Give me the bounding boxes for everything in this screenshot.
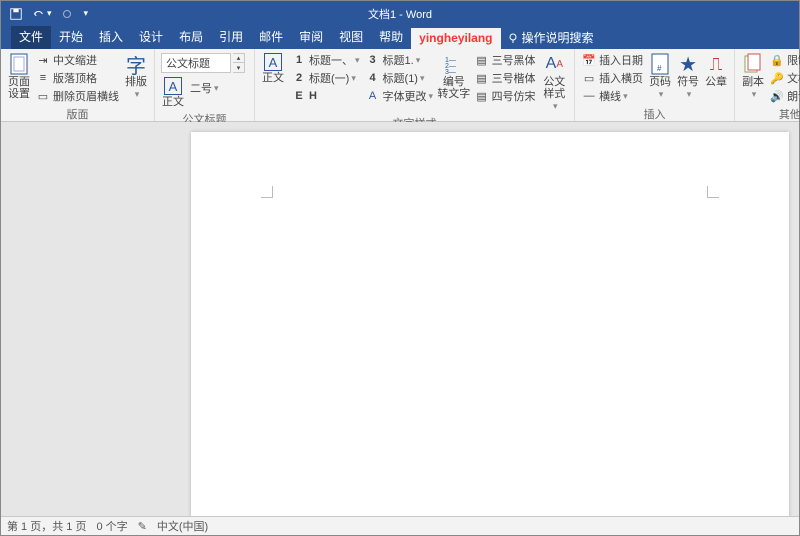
- ribbon: 页面 设置 ⇥中文缩进 ≡版落顶格 ▭删除页眉横线 字 排版▾ 版面 公文标题 …: [1, 49, 799, 122]
- sanhao-hei-button[interactable]: ▤三号黑体: [472, 51, 539, 69]
- page-number-icon: #: [649, 53, 671, 75]
- status-page[interactable]: 第 1 页，共 1 页: [7, 518, 86, 534]
- title4-button[interactable]: 4标题(1)▾: [363, 69, 437, 87]
- speaker-icon: 🔊: [770, 89, 784, 103]
- paiban-icon: 字: [125, 53, 147, 75]
- status-words[interactable]: 0 个字: [96, 518, 127, 534]
- banluo-button[interactable]: ≡版落顶格: [33, 69, 122, 87]
- delete-icon: ▭: [36, 89, 50, 103]
- letter-a-icon: A: [264, 53, 282, 71]
- list-icon: ▤: [475, 89, 489, 103]
- tab-view[interactable]: 视图: [331, 25, 371, 49]
- restrict-edit-button[interactable]: 🔒限制编辑: [767, 51, 800, 69]
- tab-home[interactable]: 开始: [51, 25, 91, 49]
- document-area[interactable]: [1, 122, 799, 516]
- tell-me[interactable]: 操作说明搜索: [501, 26, 600, 49]
- document-page[interactable]: [191, 132, 789, 516]
- font-change-button[interactable]: A字体更改▾: [363, 87, 437, 105]
- margin-marker-tr: [707, 186, 719, 198]
- title3-button[interactable]: 3标题1.▾: [363, 51, 437, 69]
- margin-marker-tl: [261, 186, 273, 198]
- langdu-button[interactable]: 🔊朗读: [767, 87, 800, 105]
- star-icon: ★: [677, 53, 699, 75]
- list-icon: ▤: [475, 53, 489, 67]
- lock-icon: 🔒: [770, 53, 784, 67]
- gallery-dropdown[interactable]: ▴▾: [233, 53, 245, 73]
- sanhao-kai-button[interactable]: ▤三号楷体: [472, 69, 539, 87]
- ribbon-tabs: 文件 开始 插入 设计 布局 引用 邮件 审阅 视图 帮助 yingheyila…: [1, 26, 799, 49]
- group-banmian: 页面 设置 ⇥中文缩进 ≡版落顶格 ▭删除页眉横线 字 排版▾ 版面: [1, 49, 155, 121]
- list-icon: ▤: [475, 71, 489, 85]
- style-icon: AA: [543, 53, 565, 75]
- key-icon: 🔑: [770, 71, 784, 85]
- lightbulb-icon: [507, 32, 519, 44]
- insert-date-button[interactable]: 📅插入日期: [579, 51, 646, 69]
- copy-doc-icon: [742, 53, 764, 75]
- tab-review[interactable]: 审阅: [291, 25, 331, 49]
- tab-insert[interactable]: 插入: [91, 25, 131, 49]
- tab-gongwen[interactable]: yingheyilang: [411, 28, 500, 49]
- redo-icon[interactable]: [60, 8, 74, 20]
- encrypt-button[interactable]: 🔑文档加密▾: [767, 69, 800, 87]
- tab-layout[interactable]: 布局: [171, 25, 211, 49]
- tab-references[interactable]: 引用: [211, 25, 251, 49]
- title-gallery[interactable]: 公文标题: [161, 53, 231, 73]
- numbering-icon: 1—2—3—: [443, 53, 465, 75]
- page-setup-button[interactable]: 页面 设置: [5, 51, 33, 102]
- bold-eh-button[interactable]: EH: [289, 87, 363, 105]
- zhengwen-icon: A: [164, 77, 182, 95]
- proofing-icon[interactable]: ✎: [138, 520, 147, 533]
- yema-button[interactable]: # 页码▾: [646, 51, 674, 102]
- svg-text:3—: 3—: [445, 69, 456, 74]
- undo-icon[interactable]: ▾: [31, 8, 52, 20]
- stamp-icon: ⎍: [705, 53, 727, 75]
- fuhao-button[interactable]: ★ 符号▾: [674, 51, 702, 102]
- svg-text:#: #: [657, 64, 662, 73]
- group-charu: 📅插入日期 ▭插入横页 —横线▾ # 页码▾ ★ 符号▾ ⎍ 公章 插入: [575, 49, 735, 121]
- group-qita: 副本▾ 🔒限制编辑 🔑文档加密▾ 🔊朗读 其他: [735, 49, 800, 121]
- font-icon: A: [366, 89, 380, 103]
- group-gwbiaoti: 公文标题 ▴▾ A 正文 二号▾ 公文标题: [155, 49, 255, 121]
- zhengwen-button[interactable]: A 正文: [159, 75, 187, 110]
- line-icon: —: [582, 89, 596, 103]
- insert-hpage-button[interactable]: ▭插入横页: [579, 69, 646, 87]
- sihao-button[interactable]: ▤四号仿宋: [472, 87, 539, 105]
- zhongwen-indent-button[interactable]: ⇥中文缩进: [33, 51, 122, 69]
- zhengwen2-button[interactable]: A 正文: [259, 51, 287, 86]
- group-wenzi: A 正文 1标题一、▾ 2标题(一)▾ EH 3标题1.▾ 4标题(1)▾ A字…: [255, 49, 575, 121]
- title2-button[interactable]: 2标题(一)▾: [289, 69, 363, 87]
- hengxian-button[interactable]: —横线▾: [579, 87, 646, 105]
- status-lang[interactable]: 中文(中国): [157, 518, 208, 534]
- paiban-button[interactable]: 字 排版▾: [122, 51, 150, 102]
- qat-dropdown-icon[interactable]: ▾: [84, 8, 89, 19]
- window-title: 文档1 - Word: [368, 6, 432, 22]
- calendar-icon: 📅: [582, 53, 596, 67]
- page-icon: ▭: [582, 71, 596, 85]
- tab-mail[interactable]: 邮件: [251, 25, 291, 49]
- tab-help[interactable]: 帮助: [371, 25, 411, 49]
- tell-me-label: 操作说明搜索: [522, 29, 594, 46]
- fuben-button[interactable]: 副本▾: [739, 51, 767, 102]
- watermark-text: yingheyilang: [419, 31, 492, 45]
- quick-access-toolbar: ▾ ▾: [1, 7, 88, 21]
- delete-header-line-button[interactable]: ▭删除页眉横线: [33, 87, 122, 105]
- gongzhang-button[interactable]: ⎍ 公章: [702, 51, 730, 90]
- page-setup-icon: [8, 53, 30, 75]
- erhao-button[interactable]: 二号▾: [187, 79, 222, 97]
- bianhao-button[interactable]: 1—2—3— 编号 转文字: [436, 51, 472, 102]
- save-icon[interactable]: [9, 7, 23, 21]
- indent-icon: ⇥: [36, 53, 50, 67]
- gw-style-button[interactable]: AA 公文 样式▾: [539, 51, 571, 114]
- tab-design[interactable]: 设计: [131, 25, 171, 49]
- title-bar: ▾ ▾ 文档1 - Word: [1, 1, 799, 26]
- status-bar: 第 1 页，共 1 页 0 个字 ✎ 中文(中国): [1, 516, 799, 535]
- align-icon: ≡: [36, 71, 50, 85]
- tab-file[interactable]: 文件: [11, 25, 51, 49]
- title1-button[interactable]: 1标题一、▾: [289, 51, 363, 69]
